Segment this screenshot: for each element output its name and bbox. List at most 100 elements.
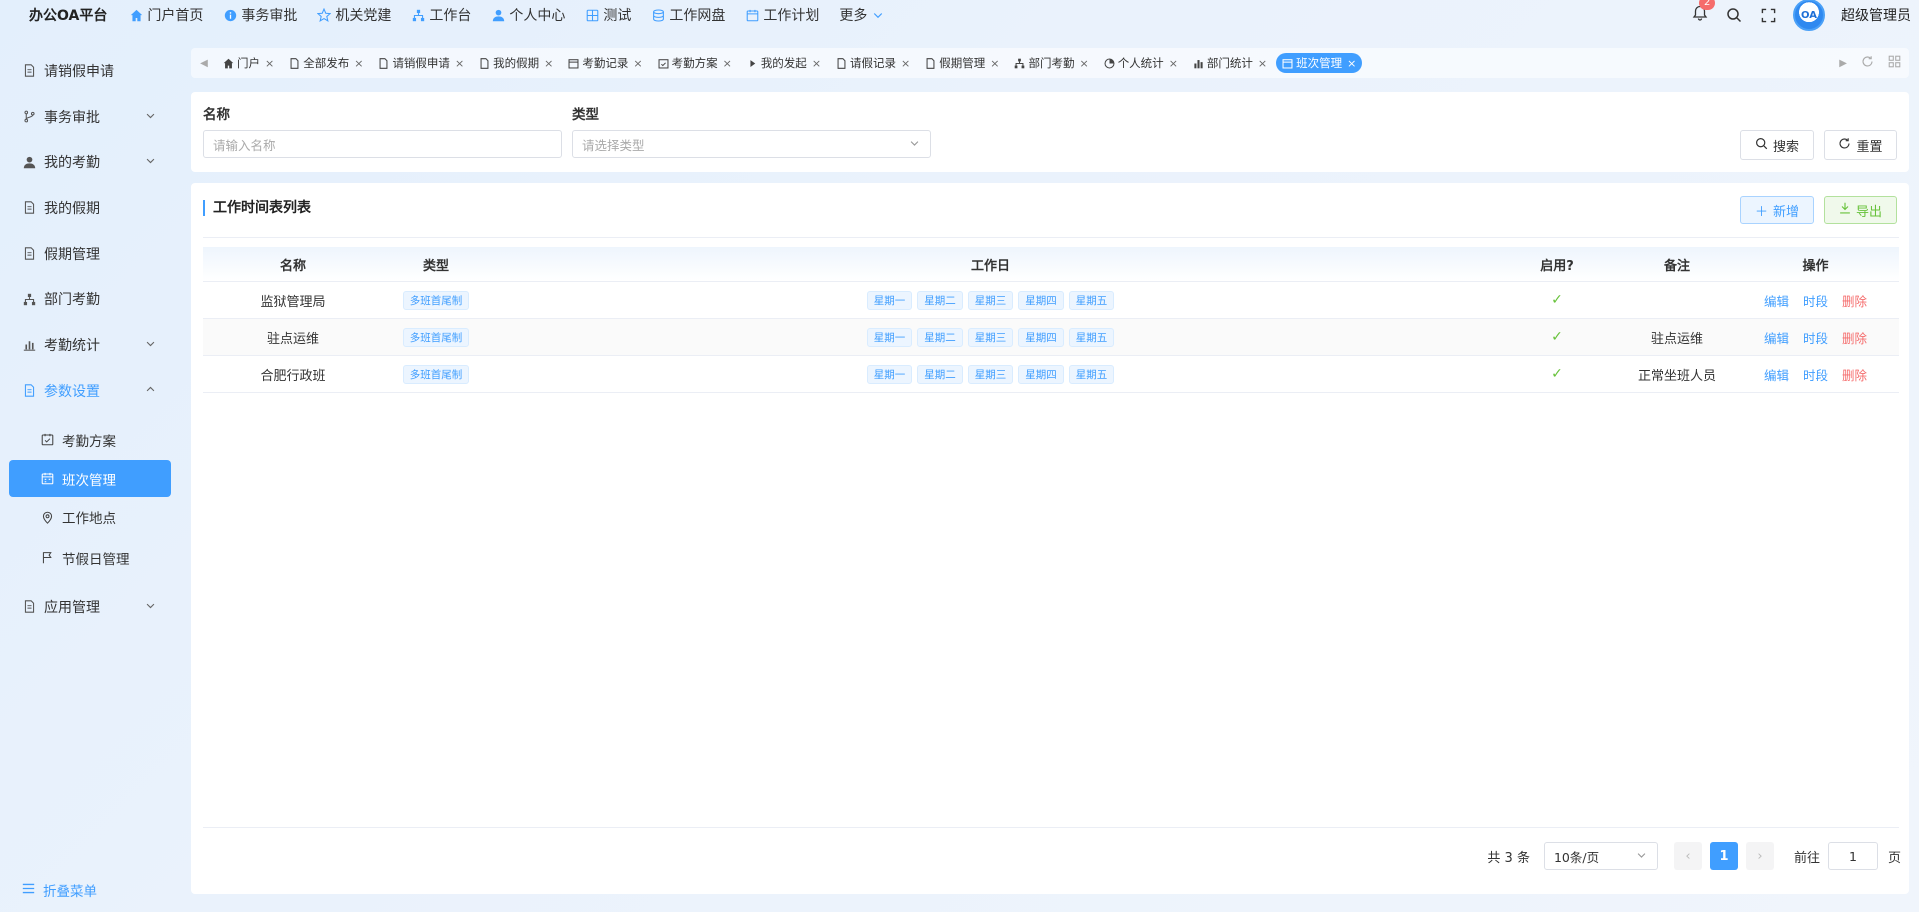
- refresh-icon[interactable]: [1861, 55, 1874, 72]
- tab-label: 我的假期: [493, 56, 540, 70]
- edit-link[interactable]: 编辑: [1764, 365, 1789, 384]
- fullscreen-icon[interactable]: [1759, 6, 1777, 24]
- column-header-enabled[interactable]: 启用?: [1492, 247, 1622, 281]
- tab-dept-attendance[interactable]: 部门考勤 ×: [1008, 53, 1094, 73]
- delete-link[interactable]: 删除: [1842, 328, 1867, 347]
- tab-attendance-records[interactable]: 考勤记录 ×: [562, 53, 648, 73]
- period-link[interactable]: 时段: [1803, 328, 1828, 347]
- close-icon[interactable]: ×: [1258, 57, 1267, 70]
- topnav-approval[interactable]: 事务审批: [223, 5, 297, 25]
- topnav-plan[interactable]: 工作计划: [745, 5, 819, 25]
- info-icon: [223, 8, 237, 22]
- download-icon: [1839, 202, 1851, 218]
- sidebar-item-param-settings[interactable]: 参数设置: [0, 368, 180, 414]
- tab-personal-stats[interactable]: 个人统计 ×: [1098, 53, 1184, 73]
- topnav-party[interactable]: 机关党建: [317, 5, 391, 25]
- tab-shift-management[interactable]: 班次管理 ×: [1276, 53, 1363, 73]
- topnav-workbench-label: 工作台: [429, 8, 472, 24]
- play-icon: [747, 58, 758, 69]
- close-icon[interactable]: ×: [1347, 57, 1356, 70]
- delete-link[interactable]: 删除: [1842, 291, 1867, 310]
- page-size-select[interactable]: 10条/页: [1543, 842, 1658, 870]
- notification-button[interactable]: 2: [1691, 0, 1716, 24]
- add-button[interactable]: ＋ 新增: [1740, 196, 1814, 224]
- sidebar-item-attendance-plan[interactable]: 考勤方案: [9, 420, 171, 461]
- user-icon: [22, 155, 36, 169]
- sidebar-item-my-attendance[interactable]: 我的考勤: [0, 139, 180, 185]
- chevron-left-icon: ‹: [1685, 848, 1691, 864]
- name-input-placeholder: 请输入名称: [213, 137, 276, 153]
- close-icon[interactable]: ×: [723, 57, 732, 70]
- close-icon[interactable]: ×: [990, 57, 999, 70]
- close-icon[interactable]: ×: [265, 57, 274, 70]
- topnav-home[interactable]: 门户首页: [129, 5, 203, 25]
- sidebar-item-holiday-settings[interactable]: 节假日管理: [9, 538, 171, 579]
- column-header-workdays[interactable]: 工作日: [489, 247, 1492, 281]
- sidebar-item-attendance-stats[interactable]: 考勤统计: [0, 322, 180, 368]
- close-icon[interactable]: ×: [544, 57, 553, 70]
- next-page-button[interactable]: ›: [1745, 842, 1774, 870]
- tab-my-holiday[interactable]: 我的假期 ×: [473, 53, 559, 73]
- table-row[interactable]: 驻点运维 多班首尾制 星期一 星期二 星期三 星期四 星期五 ✓ 驻点运维 编辑…: [203, 319, 1899, 356]
- topnav-drive[interactable]: 工作网盘: [651, 5, 725, 25]
- type-select[interactable]: 请选择类型: [572, 130, 931, 158]
- table-row[interactable]: 监狱管理局 多班首尾制 星期一 星期二 星期三 星期四 星期五 ✓ 编辑 时段 …: [203, 282, 1899, 319]
- tab-leave-records[interactable]: 请假记录 ×: [830, 53, 916, 73]
- edit-link[interactable]: 编辑: [1764, 328, 1789, 347]
- column-header-name[interactable]: 名称: [203, 247, 383, 281]
- search-button[interactable]: 搜索: [1740, 130, 1814, 160]
- grid-icon: [585, 8, 599, 22]
- username[interactable]: 超级管理员: [1841, 5, 1911, 25]
- close-icon[interactable]: ×: [633, 57, 642, 70]
- period-link[interactable]: 时段: [1803, 365, 1828, 384]
- tab-leave-request[interactable]: 请销假申请 ×: [372, 53, 470, 73]
- close-icon[interactable]: ×: [354, 57, 363, 70]
- reset-button[interactable]: 重置: [1824, 130, 1897, 160]
- sidebar-item-shift-management[interactable]: 班次管理: [9, 460, 171, 497]
- search-icon[interactable]: [1725, 6, 1743, 24]
- sidebar-item-leave-request[interactable]: 请销假申请: [0, 48, 180, 94]
- topnav-more[interactable]: 更多: [839, 5, 885, 25]
- avatar[interactable]: OA: [1793, 0, 1825, 31]
- sidebar-item-holiday-management[interactable]: 假期管理: [0, 231, 180, 277]
- tab-scroll-left-button[interactable]: ◀: [191, 48, 217, 78]
- page-number-current[interactable]: 1: [1709, 842, 1738, 870]
- tab-portal[interactable]: 门户 ×: [217, 53, 280, 73]
- tab-my-initiated[interactable]: 我的发起 ×: [741, 53, 827, 73]
- close-icon[interactable]: ×: [1079, 57, 1088, 70]
- collapse-menu-button[interactable]: 折叠菜单: [22, 880, 97, 900]
- delete-link[interactable]: 删除: [1842, 365, 1867, 384]
- period-link[interactable]: 时段: [1803, 291, 1828, 310]
- name-input[interactable]: 请输入名称: [203, 130, 562, 158]
- prev-page-button[interactable]: ‹: [1673, 842, 1702, 870]
- goto-page-input[interactable]: 1: [1827, 842, 1878, 870]
- close-icon[interactable]: ×: [812, 57, 821, 70]
- sidebar-item-app-management[interactable]: 应用管理: [0, 584, 180, 630]
- edit-link[interactable]: 编辑: [1764, 291, 1789, 310]
- sidebar-item-my-holiday[interactable]: 我的假期: [0, 185, 180, 231]
- export-button[interactable]: 导出: [1824, 196, 1897, 224]
- tab-scroll-right-button[interactable]: ▶: [1839, 58, 1847, 69]
- cell-workdays: 星期一 星期二 星期三 星期四 星期五: [489, 319, 1492, 355]
- grid-menu-icon[interactable]: [1888, 55, 1901, 72]
- close-icon[interactable]: ×: [1169, 57, 1178, 70]
- flag-icon: [40, 551, 54, 565]
- plus-icon: ＋: [1754, 204, 1768, 220]
- sidebar-item-work-location[interactable]: 工作地点: [9, 497, 171, 538]
- close-icon[interactable]: ×: [901, 57, 910, 70]
- tab-dept-stats[interactable]: 部门统计 ×: [1187, 53, 1273, 73]
- tab-attendance-plan[interactable]: 考勤方案 ×: [652, 53, 738, 73]
- workday-tag: 星期三: [967, 327, 1014, 347]
- close-icon[interactable]: ×: [455, 57, 464, 70]
- column-header-actions[interactable]: 操作: [1732, 247, 1899, 281]
- sidebar-item-approval[interactable]: 事务审批: [0, 94, 180, 140]
- topnav-test[interactable]: 测试: [585, 5, 631, 25]
- column-header-note[interactable]: 备注: [1622, 247, 1732, 281]
- table-row[interactable]: 合肥行政班 多班首尾制 星期一 星期二 星期三 星期四 星期五 ✓ 正常坐班人员…: [203, 356, 1899, 393]
- topnav-personal[interactable]: 个人中心: [491, 5, 565, 25]
- tab-all-published[interactable]: 全部发布 ×: [283, 53, 369, 73]
- sidebar-item-dept-attendance[interactable]: 部门考勤: [0, 276, 180, 322]
- column-header-type[interactable]: 类型: [383, 247, 489, 281]
- topnav-workbench[interactable]: 工作台: [411, 5, 471, 25]
- tab-holiday-management[interactable]: 假期管理 ×: [919, 53, 1005, 73]
